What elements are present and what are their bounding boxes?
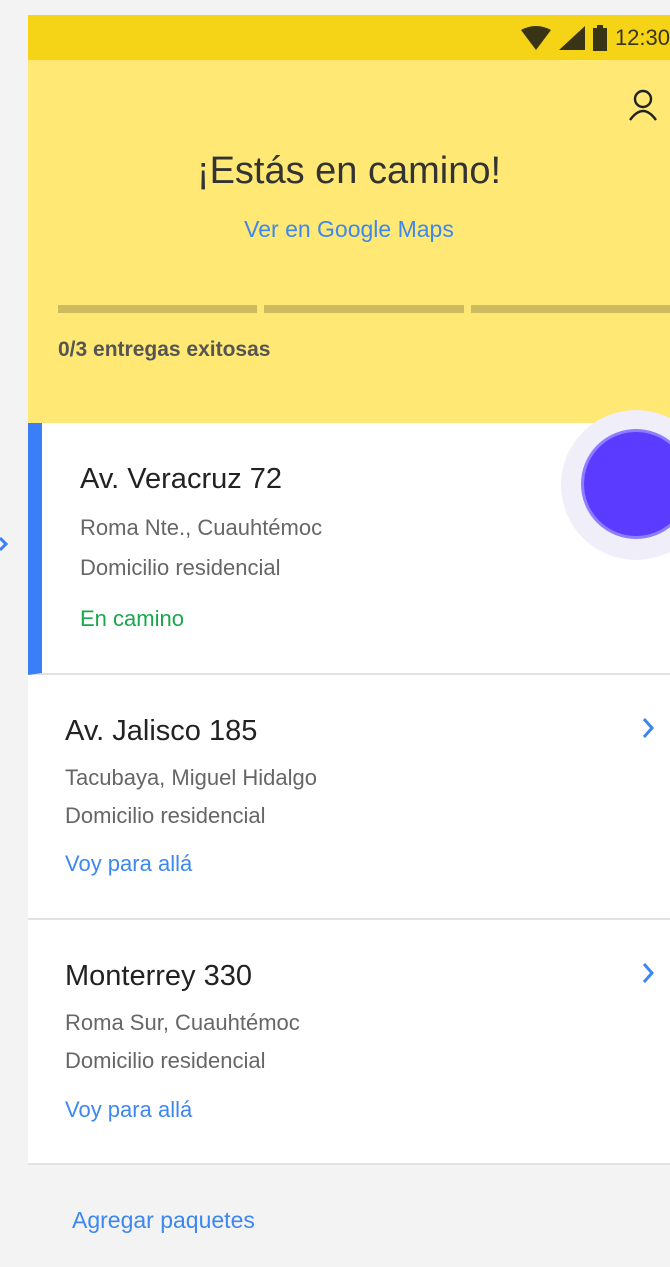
profile-icon[interactable] (626, 88, 660, 122)
status-bar: 12:30 (28, 15, 670, 60)
chevron-right-icon[interactable] (640, 716, 656, 740)
delivery-address: Monterrey 330 (65, 960, 252, 992)
delivery-type: Domicilio residencial (65, 1048, 266, 1073)
google-maps-link[interactable]: Ver en Google Maps (28, 216, 670, 243)
battery-icon (592, 24, 607, 51)
phone-screen: 12:30 ¡Estás en camino! Ver en Google Ma… (28, 15, 670, 1267)
header: ¡Estás en camino! Ver en Google Maps 0/3… (28, 60, 670, 423)
go-there-link[interactable]: Voy para allá (65, 851, 192, 877)
add-packages-link[interactable]: Agregar paquetes (72, 1207, 255, 1234)
progress-segment (264, 305, 464, 313)
chevron-right-icon[interactable] (640, 961, 656, 985)
delivery-type: Domicilio residencial (65, 803, 266, 828)
delivery-area: Roma Nte., Cuauhtémoc (80, 515, 323, 540)
progress-segment (58, 305, 258, 313)
status-time: 12:30 (614, 24, 670, 50)
delivery-area: Roma Sur, Cuauhtémoc (65, 1010, 300, 1035)
cellular-signal-icon (558, 25, 585, 50)
delivery-type: Domicilio residencial (80, 555, 281, 580)
delivery-status: En camino (80, 606, 184, 631)
wifi-icon (520, 25, 551, 50)
delivery-card[interactable]: Av. Jalisco 185 Tacubaya, Miguel Hidalgo… (28, 675, 670, 920)
delivery-address: Av. Jalisco 185 (65, 715, 258, 747)
side-arrow-icon (0, 536, 9, 552)
delivery-progress-bar (58, 305, 670, 313)
delivery-card[interactable]: Monterrey 330 Roma Sur, Cuauhtémoc Domic… (28, 920, 670, 1165)
progress-label: 0/3 entregas exitosas (58, 338, 271, 361)
progress-segment (470, 305, 670, 313)
delivery-area: Tacubaya, Miguel Hidalgo (65, 765, 317, 790)
page-title: ¡Estás en camino! (196, 150, 502, 192)
go-there-link[interactable]: Voy para allá (65, 1097, 192, 1123)
delivery-address: Av. Veracruz 72 (80, 463, 283, 495)
